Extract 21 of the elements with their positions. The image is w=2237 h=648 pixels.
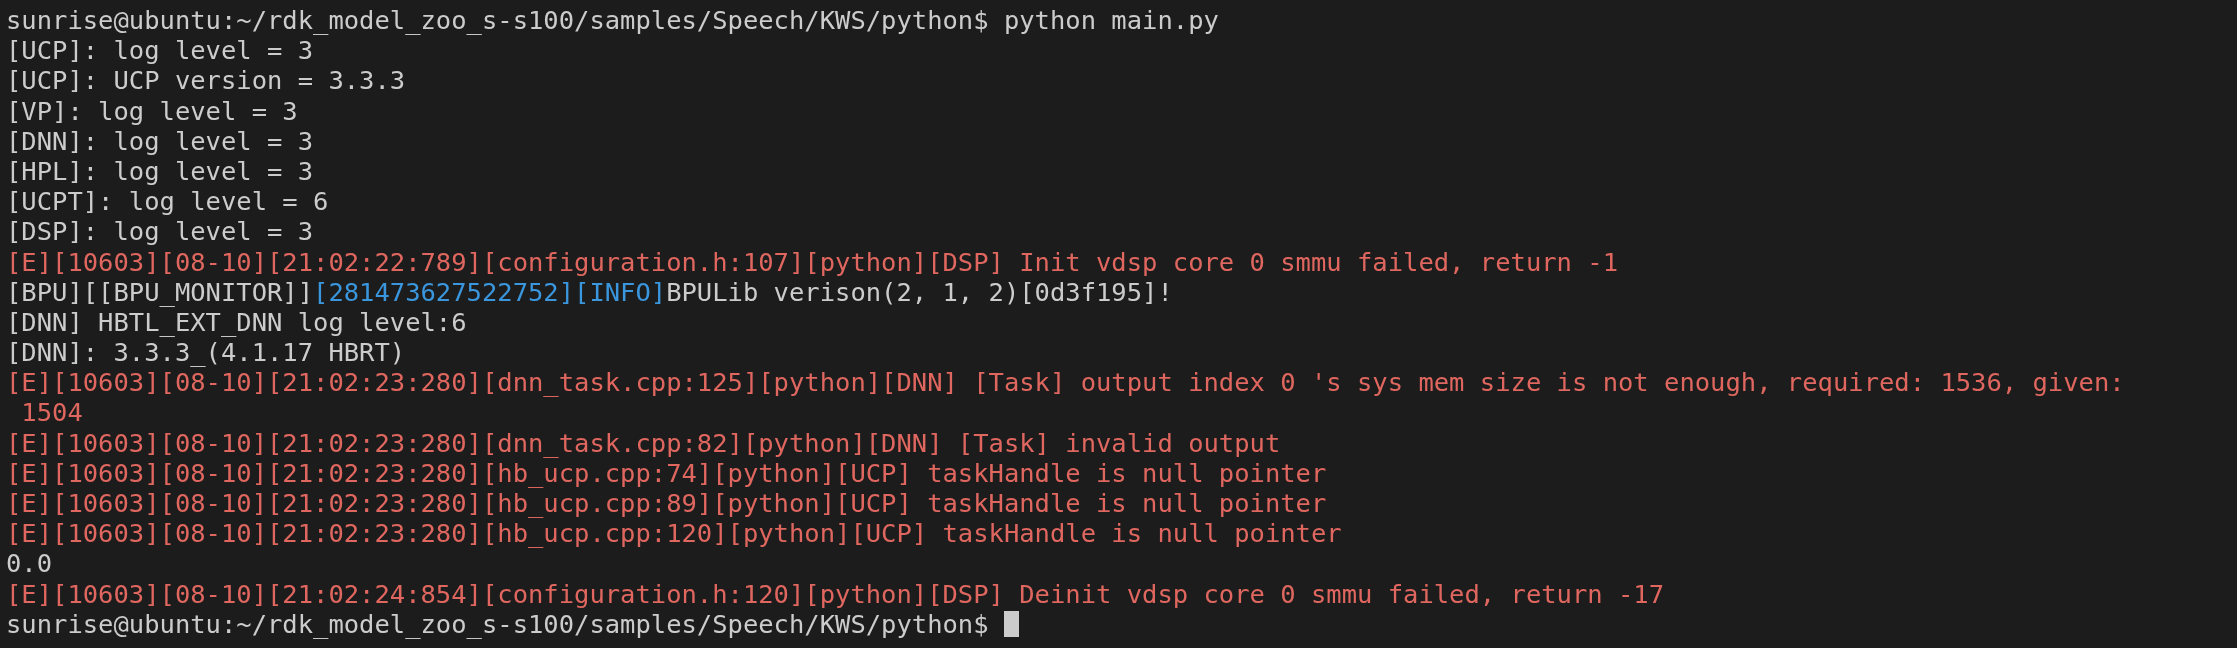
terminal-line: [DNN]: 3.3.3_(4.1.17 HBRT) bbox=[6, 337, 406, 368]
terminal-line: [VP]: log level = 3 bbox=[6, 95, 298, 126]
terminal-line: [UCP]: log level = 3 bbox=[6, 35, 314, 66]
terminal-line: [HPL]: log level = 3 bbox=[6, 155, 314, 187]
terminal-line: [E][10603][08-10][21:02:23:280][dnn_task.cpp:82][python][DNN] [Task] invalid output bbox=[6, 427, 1281, 458]
terminal-line: [DNN] HBTL_EXT_DNN log level:6 bbox=[6, 306, 467, 338]
terminal-line: sunrise@ubuntu:~/rdk_model_zoo_s-s100/samples/Speech/KWS/python$ bbox=[6, 608, 990, 639]
terminal-line: [E][10603][08-10][21:02:23:280][hb_ucp.cpp:89][python][UCP] taskHandle is null pointer bbox=[6, 488, 1327, 519]
terminal-line: [DNN]: log level = 3 bbox=[6, 125, 314, 156]
terminal-line: [E][10603][08-10][21:02:23:280][hb_ucp.cpp:74][python][UCP] taskHandle is null pointer bbox=[6, 457, 1327, 488]
terminal-line: [E][10603][08-10][21:02:24:854][configuration.h:120][python][DSP] Deinit vdsp core 0 smmu failed, return -17 bbox=[6, 578, 1665, 609]
terminal-line: [DSP]: log level = 3 bbox=[6, 216, 314, 247]
terminal-line: [E][10603][08-10][21:02:22:789][configuration.h:107][python][DSP] Init vdsp core 0 smmu failed, return -1 bbox=[6, 246, 1618, 277]
terminal-line: 0.0 bbox=[6, 548, 53, 579]
terminal-line: [E][10603][08-10][21:02:23:280][dnn_task.cpp:125][python][DNN] [Task] output index 0 's sys mem size is not enough, required: 1536, given: bbox=[6, 367, 2125, 398]
terminal-line: sunrise@ubuntu:~/rdk_model_zoo_s-s100/samples/Speech/KWS/python$ python main.py bbox=[6, 5, 1219, 36]
terminal-line: [UCPT]: log level = 6 bbox=[6, 186, 329, 217]
terminal-line: [BPU][[BPU_MONITOR]][281473627522752][INFO]BPULib verison(2, 1, 2)[0d3f195]! bbox=[6, 276, 1173, 307]
terminal-line: [UCP]: UCP version = 3.3.3 bbox=[6, 65, 406, 96]
terminal-line: [E][10603][08-10][21:02:23:280][hb_ucp.cpp:120][python][UCP] taskHandle is null pointer bbox=[6, 518, 1342, 549]
terminal-line: 1504 bbox=[20, 397, 83, 428]
